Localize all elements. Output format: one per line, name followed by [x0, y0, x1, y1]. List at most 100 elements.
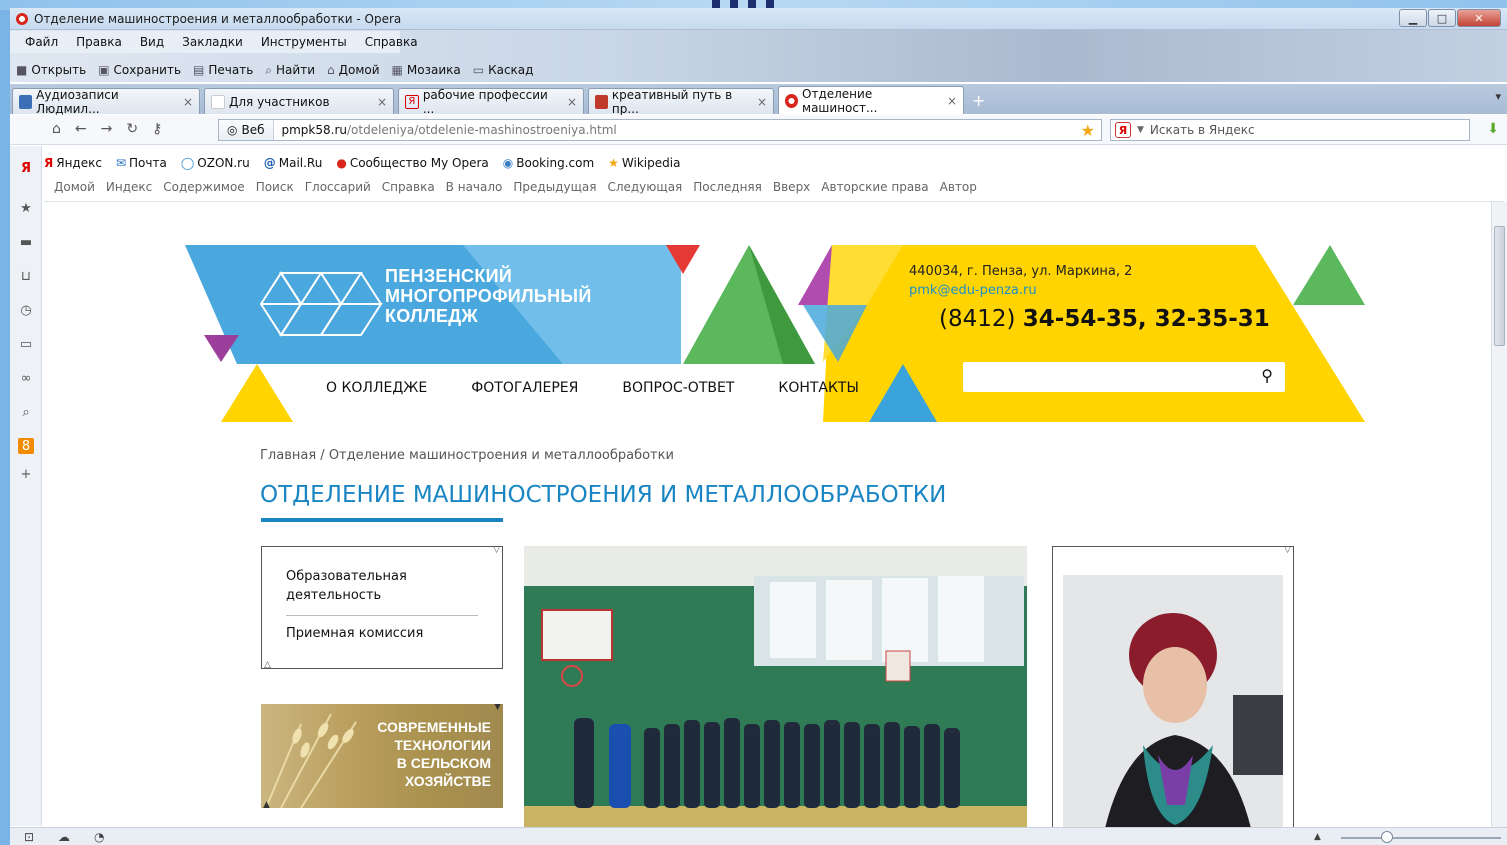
menu-view[interactable]: Вид — [131, 35, 173, 49]
add-panel-icon[interactable]: + — [18, 466, 34, 482]
director-photo[interactable] — [1063, 575, 1283, 827]
home-icon[interactable]: ⌂ — [52, 121, 61, 137]
menu-help[interactable]: Справка — [356, 35, 427, 49]
turbo-icon[interactable]: ☁ — [58, 830, 70, 844]
opera-logo-icon — [16, 12, 28, 25]
site-header: ПЕНЗЕНСКИЙ МНОГОПРОФИЛЬНЫЙ КОЛЛЕДЖ 44003… — [43, 202, 1491, 432]
vertical-scrollbar[interactable] — [1491, 202, 1507, 827]
bookmark-ozon[interactable]: ◯ OZON.ru — [181, 156, 250, 170]
print-button[interactable]: ▤ Печать — [193, 63, 253, 77]
bookmarks-panel-icon[interactable]: ★ — [18, 200, 34, 216]
reload-icon[interactable]: ↻ — [126, 121, 138, 137]
home-button[interactable]: ⌂ Домой — [327, 63, 380, 77]
tab-close-icon[interactable]: × — [177, 95, 193, 109]
bookmark-yandex[interactable]: Я Яндекс — [44, 156, 102, 170]
key-icon[interactable]: ⚷ — [152, 121, 162, 137]
at-icon: @ — [263, 156, 276, 170]
site-search-input[interactable]: ⚲ — [963, 362, 1285, 392]
odnoklassniki-panel-icon[interactable]: 8 — [18, 438, 34, 454]
open-button[interactable]: ■ Открыть — [16, 63, 86, 77]
address-field[interactable]: ◎ Веб pmpk58.ru/otdeleniya/otdelenie-mas… — [218, 119, 1102, 141]
history-panel-icon[interactable]: ◷ — [18, 302, 34, 318]
forward-icon[interactable]: → — [101, 121, 113, 137]
bookmark-wikipedia[interactable]: ★ Wikipedia — [608, 156, 680, 170]
search-panel-icon[interactable]: ⌕ — [18, 404, 34, 420]
nav-photo-gallery[interactable]: ФОТОГАЛЕРЕЯ — [471, 380, 578, 396]
college-name[interactable]: ПЕНЗЕНСКИЙ МНОГОПРОФИЛЬНЫЙ КОЛЛЕДЖ — [385, 266, 592, 326]
zoom-slider-thumb[interactable] — [1381, 831, 1393, 843]
back-icon[interactable]: ← — [75, 121, 87, 137]
nav-first[interactable]: В начало — [446, 180, 503, 198]
bookmark-mail[interactable]: ✉ Почта — [116, 156, 167, 170]
search-field[interactable]: Я ▼ Искать в Яндекс — [1110, 119, 1470, 141]
print-label: Печать — [208, 63, 254, 77]
tab-close-icon[interactable]: × — [561, 95, 577, 109]
links-panel-icon[interactable]: ∞ — [18, 370, 34, 386]
nav-contacts[interactable]: КОНТАКТЫ — [778, 380, 858, 396]
breadcrumb-home-link[interactable]: Главная — [260, 448, 316, 463]
nav-index[interactable]: Индекс — [106, 180, 152, 198]
cascade-button[interactable]: ▭ Каскад — [473, 63, 534, 77]
save-button[interactable]: ▣ Сохранить — [98, 63, 181, 77]
corner-triangle-icon: ▽ — [1284, 545, 1291, 555]
tab-participants[interactable]: Для участников × — [204, 88, 394, 114]
yandex-panel-icon[interactable]: Я — [18, 160, 34, 176]
bookmark-myopera[interactable]: ● Сообщество My Opera — [336, 156, 488, 170]
web-chip[interactable]: ◎ Веб — [219, 120, 274, 140]
nav-copyright[interactable]: Авторские права — [821, 180, 928, 198]
download-icon[interactable]: ⬇ — [1487, 121, 1499, 137]
tab-close-icon[interactable]: × — [371, 95, 387, 109]
nav-contents[interactable]: Содержимое — [163, 180, 244, 198]
nav-about-college[interactable]: О КОЛЛЕДЖЕ — [326, 380, 427, 396]
url-text[interactable]: pmpk58.ru/otdeleniya/otdelenie-mashinost… — [274, 123, 617, 137]
nav-next[interactable]: Следующая — [607, 180, 682, 198]
tab-close-icon[interactable]: × — [751, 95, 767, 109]
college-email-link[interactable]: pmk@edu-penza.ru — [909, 283, 1037, 298]
zoom-out-icon[interactable]: ▲ — [1314, 832, 1321, 842]
menu-tools[interactable]: Инструменты — [252, 35, 356, 49]
agriculture-banner[interactable]: СОВРЕМЕННЫЕ ТЕХНОЛОГИИ В СЕЛЬСКОМ ХОЗЯЙС… — [261, 704, 503, 808]
nav-glossary[interactable]: Глоссарий — [305, 180, 371, 198]
downloads-panel-icon[interactable]: ⊔ — [18, 268, 34, 284]
nav-help[interactable]: Справка — [382, 180, 435, 198]
notes-panel-icon[interactable]: ▬ — [18, 234, 34, 250]
bookmark-booking[interactable]: ◉ Booking.com — [503, 156, 594, 170]
tab-department[interactable]: Отделение машиност... × — [778, 86, 964, 115]
search-engine-dropdown-icon[interactable]: ▼ — [1137, 125, 1144, 135]
nav-author[interactable]: Автор — [940, 180, 977, 198]
college-address: 440034, г. Пенза, ул. Маркина, 2 — [909, 264, 1133, 279]
close-button[interactable]: ✕ — [1457, 9, 1501, 27]
department-photo[interactable] — [524, 546, 1027, 827]
bookmark-label: Сообщество My Opera — [349, 156, 489, 170]
menu-edit[interactable]: Правка — [67, 35, 131, 49]
find-button[interactable]: ⌕ Найти — [265, 63, 315, 78]
new-tab-icon[interactable]: + — [972, 88, 985, 114]
side-menu-education[interactable]: Образовательная деятельность — [286, 567, 436, 605]
windows-panel-icon[interactable]: ▭ — [18, 336, 34, 352]
nav-faq[interactable]: ВОПРОС-ОТВЕТ — [622, 380, 734, 396]
scrollbar-thumb[interactable] — [1494, 226, 1505, 346]
tab-professions[interactable]: Я рабочие профессии ... × — [398, 88, 584, 116]
tab-creative[interactable]: креативный путь в пр... × — [588, 88, 774, 116]
tab-audio[interactable]: Аудиозаписи Людмил... × — [12, 88, 200, 116]
search-icon[interactable]: ⚲ — [1261, 366, 1273, 385]
tab-close-icon[interactable]: × — [941, 94, 957, 108]
nav-previous[interactable]: Предыдущая — [513, 180, 596, 198]
zoom-slider[interactable] — [1341, 837, 1501, 839]
magnifier-icon: ⌕ — [265, 62, 273, 77]
menu-file[interactable]: Файл — [16, 35, 67, 49]
panel-toggle-icon[interactable]: ⊡ — [24, 830, 34, 844]
side-menu-admissions[interactable]: Приемная комиссия — [286, 624, 423, 643]
bookmark-star-icon[interactable]: ★ — [1081, 121, 1095, 140]
nav-up[interactable]: Вверх — [773, 180, 810, 198]
maximize-button[interactable]: □ — [1428, 9, 1456, 27]
speed-icon[interactable]: ◔ — [94, 830, 104, 844]
menu-bookmarks[interactable]: Закладки — [173, 35, 252, 49]
nav-home[interactable]: Домой — [54, 180, 95, 198]
tab-list-icon[interactable]: ▾ — [1495, 90, 1501, 103]
bookmark-mailru[interactable]: @ Mail.Ru — [264, 156, 323, 170]
nav-search[interactable]: Поиск — [256, 180, 294, 198]
mosaic-button[interactable]: ▦ Мозаика — [392, 63, 461, 77]
nav-last[interactable]: Последняя — [693, 180, 762, 198]
minimize-button[interactable]: ▁ — [1399, 9, 1427, 27]
